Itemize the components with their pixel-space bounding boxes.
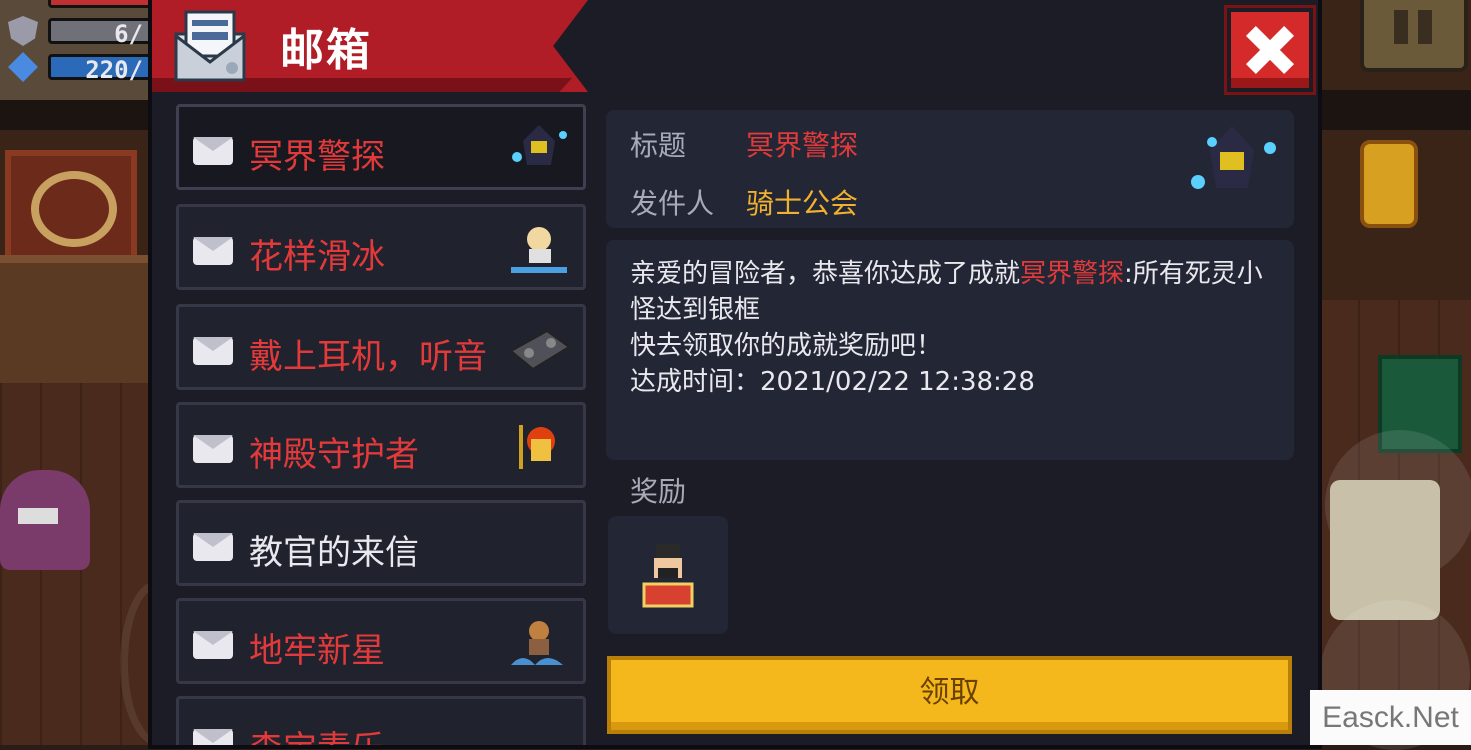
character-skin-icon — [642, 544, 694, 608]
mail-item-label: 冥界警探 — [249, 137, 385, 177]
body-line-3: 达成时间：2021/02/22 12:38:28 — [630, 367, 1035, 397]
boombox-icon — [509, 329, 571, 371]
mail-body: 亲爱的冒险者，恭喜你达成了成就冥界警探:所有死灵小怪达到银框 快去领取你的成就奖… — [630, 256, 1280, 400]
mail-icon — [174, 10, 246, 82]
envelope-icon — [193, 631, 233, 659]
lantern-decoration — [1360, 140, 1418, 228]
mail-item-label: 神殿守护者 — [249, 435, 419, 475]
wall-strip-right — [1318, 90, 1471, 130]
mail-item-3[interactable]: 神殿守护者 — [176, 402, 586, 488]
reward-label: 奖励 — [630, 475, 687, 508]
reward-slot[interactable] — [608, 516, 728, 634]
body-line-2: 快去领取你的成就奖励吧！ — [630, 331, 943, 361]
close-button[interactable] — [1227, 8, 1313, 92]
player-character — [0, 470, 90, 570]
body-line-1: 亲爱的冒险者，恭喜你达成了成就冥界警探:所有死灵小怪达到银框 — [630, 256, 1280, 328]
hud-panel — [0, 0, 152, 100]
envelope-icon — [193, 729, 233, 745]
envelope-icon — [193, 435, 233, 463]
mail-item-4[interactable]: 教官的来信 — [176, 500, 586, 586]
table-decoration — [0, 255, 150, 383]
mail-item-6[interactable]: 森宝素乐 — [176, 696, 586, 745]
mail-item-label: 花样滑冰 — [249, 237, 385, 277]
page-title: 邮箱 — [280, 25, 372, 76]
wall-strip — [0, 100, 152, 130]
envelope-icon — [193, 137, 233, 165]
npc-character — [1330, 480, 1440, 620]
watermark: Easck.Net — [1310, 690, 1471, 745]
energy-bar: 220/ — [48, 54, 152, 83]
mail-list: 冥界警探 花样滑冰 戴上耳机，听音 神殿守护者 教官的来信 地牢新星 — [176, 104, 586, 745]
ghost-knight-icon — [512, 125, 567, 165]
title-value: 冥界警探 — [746, 129, 859, 162]
hp-bar — [48, 0, 152, 8]
pause-button[interactable] — [1360, 0, 1468, 72]
mail-item-label: 戴上耳机，听音 — [249, 337, 487, 377]
window-decoration — [5, 150, 137, 262]
mail-item-5[interactable]: 地牢新星 — [176, 598, 586, 684]
mail-item-label: 教官的来信 — [249, 533, 419, 573]
mail-item-1[interactable]: 花样滑冰 — [176, 204, 586, 290]
mail-item-0[interactable]: 冥界警探 — [176, 104, 586, 190]
body-text: 亲爱的冒险者，恭喜你达成了成就 — [630, 259, 1021, 289]
ghost-knight-icon — [1191, 126, 1276, 189]
sender-value: 骑士公会 — [746, 187, 859, 220]
envelope-icon — [193, 533, 233, 561]
skater-icon — [511, 227, 567, 273]
mail-item-label: 地牢新星 — [249, 631, 385, 671]
armor-bar: 6/ — [48, 18, 152, 47]
achievement-name: 冥界警探 — [1020, 259, 1125, 289]
envelope-icon — [193, 337, 233, 365]
sender-label: 发件人 — [630, 187, 715, 220]
temple-guardian-icon — [519, 425, 555, 469]
claim-button[interactable]: 领取 — [607, 656, 1292, 734]
envelope-icon — [193, 237, 233, 265]
title-label: 标题 — [630, 129, 687, 162]
mail-item-2[interactable]: 戴上耳机，听音 — [176, 304, 586, 390]
mail-item-label: 森宝素乐 — [249, 721, 499, 745]
monkey-wave-icon — [511, 621, 563, 665]
